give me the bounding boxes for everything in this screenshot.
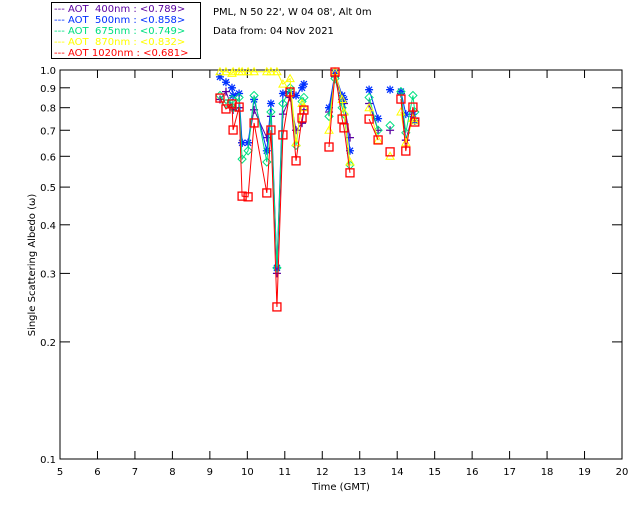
x-tick-label: 20 xyxy=(616,467,629,478)
data-point xyxy=(266,99,275,108)
data-point xyxy=(386,126,395,135)
x-tick-label: 14 xyxy=(391,467,404,478)
data-point xyxy=(244,138,253,147)
y-tick-label: 0.2 xyxy=(40,338,56,349)
y-tick-label: 0.4 xyxy=(40,221,56,232)
x-axis-label: Time (GMT) xyxy=(311,482,370,493)
y-tick-label: 0.6 xyxy=(40,152,56,163)
x-tick-label: 5 xyxy=(57,467,63,478)
chart: 5 6 7 8 9 10 11 12 13 14 15 16 17 18 19 20 0.1 0.2 0.3 0.4 0… xyxy=(27,66,629,493)
y-tick-label: 0.5 xyxy=(40,183,56,194)
series xyxy=(215,66,420,166)
y-tick-label: 0.8 xyxy=(40,104,56,115)
y-tick-label: 0.7 xyxy=(40,126,56,137)
x-tick-label: 7 xyxy=(132,467,138,478)
x-tick-label: 16 xyxy=(466,467,479,478)
data-point xyxy=(227,83,236,92)
data-point xyxy=(386,85,395,94)
x-tick-label: 6 xyxy=(94,467,100,478)
series-line xyxy=(219,91,305,307)
x-tick-label: 12 xyxy=(316,467,329,478)
x-tick-label: 19 xyxy=(578,467,591,478)
x-tick-label: 8 xyxy=(169,467,175,478)
x-tick-label: 15 xyxy=(428,467,441,478)
x-tick-label: 17 xyxy=(503,467,516,478)
y-axis-label: Single Scattering Albedo (ω) xyxy=(27,194,38,337)
y-tick-label: 1.0 xyxy=(40,66,56,77)
series xyxy=(215,67,420,312)
y-tick-label: 0.9 xyxy=(40,84,56,95)
data-point xyxy=(365,85,374,94)
series xyxy=(215,72,419,278)
y-tick-label: 0.1 xyxy=(40,455,56,466)
data-point xyxy=(299,80,308,89)
x-tick-label: 13 xyxy=(353,467,366,478)
x-tick-label: 18 xyxy=(541,467,554,478)
plot-frame xyxy=(59,69,623,460)
series xyxy=(215,73,420,273)
x-tick-label: 11 xyxy=(278,467,291,478)
x-tick-label: 9 xyxy=(207,467,213,478)
y-tick-label: 0.3 xyxy=(40,269,56,280)
series xyxy=(215,69,419,272)
x-tick-label: 10 xyxy=(241,467,254,478)
